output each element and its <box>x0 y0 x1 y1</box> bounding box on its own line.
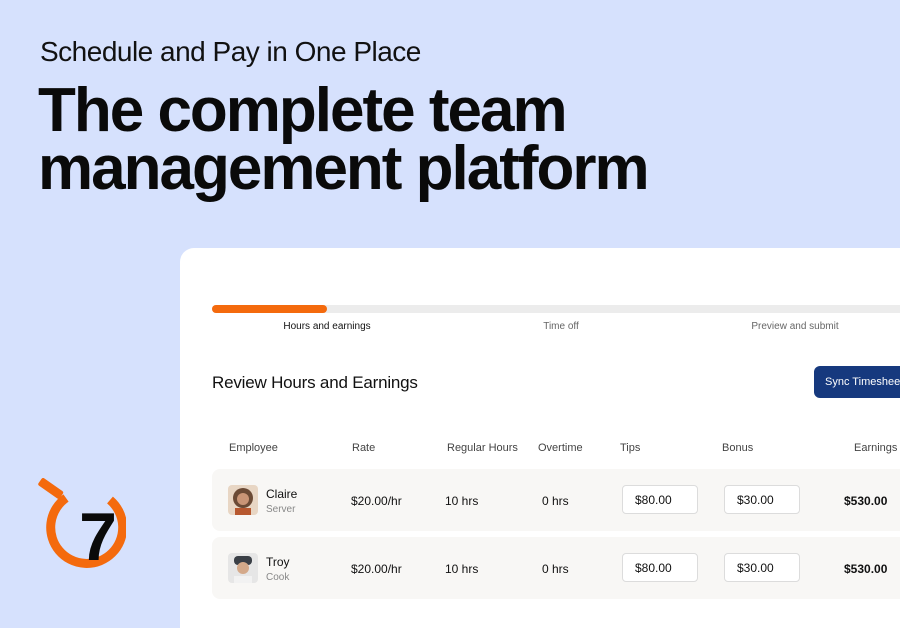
regular-hours-cell: 10 hrs <box>445 562 479 576</box>
earnings-cell: $530.00 <box>844 494 888 508</box>
earnings-cell: $530.00 <box>844 562 888 576</box>
column-header-earnings: Earnings <box>854 442 898 454</box>
avatar <box>228 485 258 515</box>
employee-name: Troy <box>266 555 290 569</box>
sync-timesheet-button[interactable]: Sync Timesheet <box>814 366 900 398</box>
overtime-cell: 0 hrs <box>542 562 569 576</box>
employee-role: Cook <box>266 572 290 583</box>
hero-eyebrow: Schedule and Pay in One Place <box>40 36 421 67</box>
logo-mark: 7 <box>79 499 117 568</box>
brand-logo-icon: 7 <box>38 478 126 568</box>
column-header-regular-hours: Regular Hours <box>447 442 518 454</box>
headline-line-2: management platform <box>38 134 650 203</box>
table-row[interactable]: Troy Cook $20.00/hr 10 hrs 0 hrs $530.00 <box>212 537 900 599</box>
rate-cell: $20.00/hr <box>351 562 402 576</box>
step-hours-and-earnings[interactable]: Hours and earnings <box>283 321 370 332</box>
progress-bar <box>212 305 900 313</box>
column-header-overtime: Overtime <box>538 442 583 454</box>
section-title: Review Hours and Earnings <box>212 373 418 392</box>
column-header-employee: Employee <box>229 442 278 454</box>
column-header-bonus: Bonus <box>722 442 754 454</box>
overtime-cell: 0 hrs <box>542 494 569 508</box>
payroll-panel: Hours and earnings Time off Preview and … <box>180 248 900 628</box>
bonus-input[interactable] <box>724 553 800 582</box>
tips-input[interactable] <box>622 553 698 582</box>
employee-name: Claire <box>266 487 298 501</box>
employee-role: Server <box>266 504 296 515</box>
table-row[interactable]: Claire Server $20.00/hr 10 hrs 0 hrs $53… <box>212 469 900 531</box>
step-time-off[interactable]: Time off <box>543 321 579 332</box>
tips-input[interactable] <box>622 485 698 514</box>
bonus-input[interactable] <box>724 485 800 514</box>
column-header-rate: Rate <box>352 442 376 454</box>
regular-hours-cell: 10 hrs <box>445 494 479 508</box>
hero-headline: The complete team management platform <box>38 80 650 200</box>
progress-fill <box>212 305 328 313</box>
column-header-tips: Tips <box>620 442 641 454</box>
step-preview-and-submit[interactable]: Preview and submit <box>751 321 838 332</box>
avatar <box>228 553 258 583</box>
rate-cell: $20.00/hr <box>351 494 402 508</box>
